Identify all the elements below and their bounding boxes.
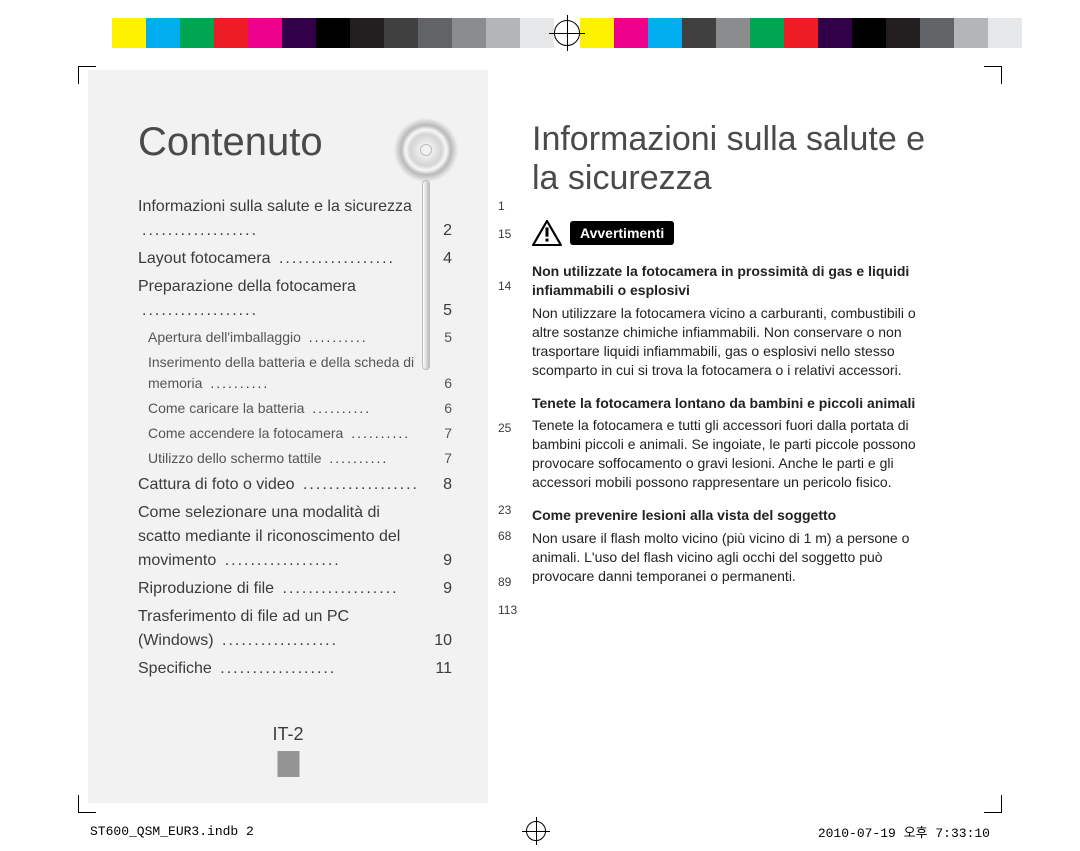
warning-triangle-icon: [532, 220, 562, 246]
color-swatch: [988, 18, 1022, 48]
safety-title: Informazioni sulla salute e la sicurezza: [532, 120, 944, 198]
margin-number: 25: [498, 422, 511, 434]
color-swatch: [486, 18, 520, 48]
margin-number: 89: [498, 576, 511, 588]
safety-body: Non utilizzate la fotocamera in prossimi…: [532, 262, 944, 585]
safety-heading: Non utilizzate la fotocamera in prossimi…: [532, 262, 944, 300]
color-swatch: [682, 18, 716, 48]
footer-timestamp: 2010-07-19 오후 7:33:10: [818, 822, 990, 841]
page-number: IT-2: [272, 724, 303, 777]
color-swatch: [384, 18, 418, 48]
color-swatch: [784, 18, 818, 48]
safety-paragraph: Non utilizzare la fotocamera vicino a ca…: [532, 304, 944, 380]
toc-subentry: Come accendere la fotocamera ..........7: [148, 423, 452, 444]
safety-paragraph: Tenete la fotocamera e tutti gli accesso…: [532, 416, 944, 492]
table-of-contents: Informazioni sulla salute e la sicurezza…: [138, 195, 452, 681]
color-swatch: [248, 18, 282, 48]
color-swatch: [614, 18, 648, 48]
toc-subentry: Apertura dell'imballaggio ..........5: [148, 327, 452, 348]
disc-icon: [394, 118, 458, 182]
margin-number: 23: [498, 504, 511, 516]
color-swatch: [1022, 18, 1056, 48]
print-footer: ST600_QSM_EUR3.indb 2 2010-07-19 오후 7:33…: [90, 821, 990, 841]
toc-subentry: Come caricare la batteria ..........6: [148, 398, 452, 419]
color-swatch: [648, 18, 682, 48]
toc-entry: Specifiche ..................11: [138, 657, 452, 681]
safety-paragraph: Non usare il flash molto vicino (più vic…: [532, 529, 944, 586]
color-swatch: [818, 18, 852, 48]
safety-panel: Informazioni sulla salute e la sicurezza…: [488, 70, 992, 803]
margin-number: 68: [498, 530, 511, 542]
margin-number: 15: [498, 228, 511, 240]
warning-label: Avvertimenti: [570, 221, 674, 245]
color-swatch: [180, 18, 214, 48]
color-swatch: [920, 18, 954, 48]
color-swatch: [282, 18, 316, 48]
color-swatch: [316, 18, 350, 48]
safety-heading: Come prevenire lesioni alla vista del so…: [532, 506, 944, 525]
color-swatch: [580, 18, 614, 48]
margin-number: 14: [498, 280, 511, 292]
toc-entry: Come selezionare una modalità di scatto …: [138, 501, 452, 573]
color-swatch: [214, 18, 248, 48]
color-swatch: [750, 18, 784, 48]
warning-badge: Avvertimenti: [532, 220, 674, 246]
toc-entry: Preparazione della fotocamera ..........…: [138, 275, 452, 323]
contents-panel: Contenuto Informazioni sulla salute e la…: [88, 70, 488, 803]
margin-number: 113: [498, 604, 517, 616]
color-swatch: [852, 18, 886, 48]
registration-mark-bottom: [526, 821, 546, 841]
thermometer-graphic: [422, 180, 430, 370]
registration-mark-top: [554, 20, 580, 46]
toc-subentry: Inserimento della batteria e della sched…: [148, 352, 452, 394]
safety-heading: Tenete la fotocamera lontano da bambini …: [532, 394, 944, 413]
color-swatch: [146, 18, 180, 48]
color-swatch: [716, 18, 750, 48]
color-swatch: [954, 18, 988, 48]
toc-entry: Informazioni sulla salute e la sicurezza…: [138, 195, 452, 243]
toc-entry: Riproduzione di file ..................9: [138, 577, 452, 601]
color-swatch: [452, 18, 486, 48]
printer-color-bar: [78, 18, 1002, 48]
color-swatch: [350, 18, 384, 48]
toc-entry: Trasferimento di file ad un PC (Windows)…: [138, 605, 452, 653]
margin-number: 1: [498, 200, 505, 212]
toc-entry: Cattura di foto o video ................…: [138, 473, 452, 497]
color-swatch: [418, 18, 452, 48]
toc-subentry: Utilizzo dello schermo tattile .........…: [148, 448, 452, 469]
color-swatch: [112, 18, 146, 48]
color-swatch: [886, 18, 920, 48]
toc-entry: Layout fotocamera ..................4: [138, 247, 452, 271]
page-spread: Contenuto Informazioni sulla salute e la…: [88, 70, 992, 803]
footer-filename: ST600_QSM_EUR3.indb 2: [90, 824, 254, 839]
color-swatch: [78, 18, 112, 48]
